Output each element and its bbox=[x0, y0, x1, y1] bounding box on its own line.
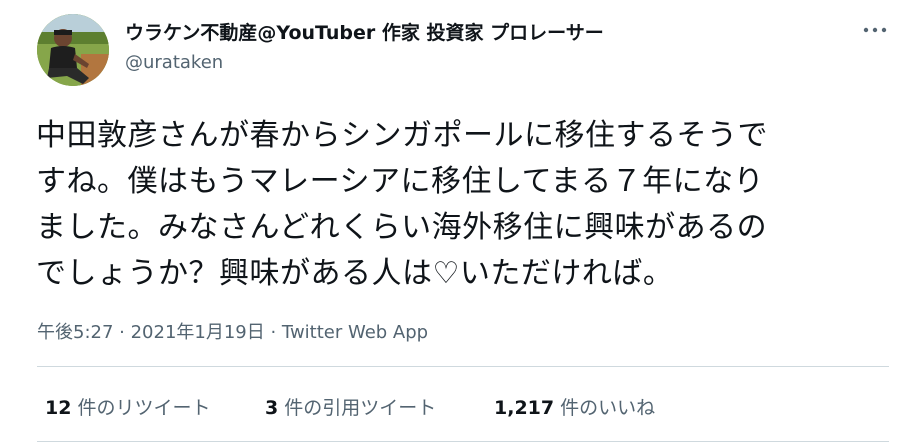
tweet-text-line: 中田敦彦さんが春からシンガポールに移住するそうで bbox=[36, 118, 768, 153]
tweet-card: ウラケン不動産@YouTuber 作家 投資家 プロレーサー @urataken… bbox=[0, 0, 907, 444]
tweet-text-line: すね。僕はもうマレーシアに移住してまる７年になり bbox=[36, 164, 765, 199]
likes-stat[interactable]: 1,217 件のいいね bbox=[494, 393, 655, 420]
retweets-count: 12 bbox=[45, 397, 72, 419]
likes-label: 件のいいね bbox=[554, 397, 656, 419]
profile-photo bbox=[37, 14, 109, 86]
author-handle[interactable]: @urataken bbox=[125, 52, 223, 73]
quote-tweets-label: 件の引用ツイート bbox=[278, 397, 437, 419]
more-horizontal-icon[interactable] bbox=[862, 24, 888, 36]
quote-tweets-count: 3 bbox=[265, 397, 279, 419]
author-display-name[interactable]: ウラケン不動産@YouTuber 作家 投資家 プロレーサー bbox=[125, 18, 604, 45]
avatar[interactable] bbox=[37, 14, 109, 86]
retweets-stat[interactable]: 12 件のリツイート bbox=[45, 393, 211, 420]
tweet-meta: 午後5:27 · 2021年1月19日 · Twitter Web App bbox=[37, 318, 428, 344]
quote-tweets-stat[interactable]: 3 件の引用ツイート bbox=[265, 393, 436, 420]
divider bbox=[37, 366, 889, 367]
tweet-body: 中田敦彦さんが春からシンガポールに移住するそうで すね。僕はもうマレーシアに移住… bbox=[36, 113, 886, 297]
tweet-source-link[interactable]: Twitter Web App bbox=[282, 322, 428, 343]
tweet-timestamp[interactable]: 午後5:27 · 2021年1月19日 · bbox=[37, 322, 282, 343]
retweets-label: 件のリツイート bbox=[71, 397, 211, 419]
tweet-text-line: でしょうか？興味がある人は♡いただければ。 bbox=[36, 256, 674, 291]
divider bbox=[37, 441, 889, 442]
tweet-text-line: ました。みなさんどれくらい海外移住に興味があるの bbox=[36, 210, 768, 245]
likes-count: 1,217 bbox=[494, 397, 555, 419]
